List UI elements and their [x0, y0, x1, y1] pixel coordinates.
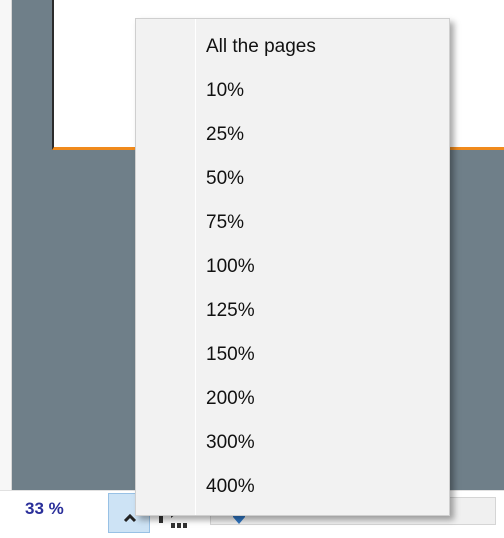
zoom-option-75-percent[interactable]: 75% — [136, 208, 449, 252]
zoom-option-all-pages[interactable]: All the pages — [136, 32, 449, 76]
zoom-option-50-percent[interactable]: 50% — [136, 164, 449, 208]
zoom-option-400-percent[interactable]: 400% — [136, 472, 449, 516]
zoom-option-150-percent[interactable]: 150% — [136, 340, 449, 384]
zoom-option-100-percent[interactable]: 100% — [136, 252, 449, 296]
zoom-option-300-percent[interactable]: 300% — [136, 428, 449, 472]
zoom-option-25-percent[interactable]: 25% — [136, 120, 449, 164]
zoom-dropdown-menu: All the pages 10% 25% 50% 75% 100% 125% 150% 200… — [135, 18, 450, 516]
left-edge-panel — [0, 0, 12, 490]
zoom-option-10-percent[interactable]: 10% — [136, 76, 449, 120]
zoom-options-list: All the pages 10% 25% 50% 75% 100% 125% 150% 200… — [136, 32, 449, 516]
zoom-option-200-percent[interactable]: 200% — [136, 384, 449, 428]
zoom-option-125-percent[interactable]: 125% — [136, 296, 449, 340]
print-preview-window: 33 % All the pages 10% 25% 50% 75% 100% 125% 15… — [0, 0, 504, 538]
zoom-percentage-label: 33 % — [25, 499, 64, 518]
